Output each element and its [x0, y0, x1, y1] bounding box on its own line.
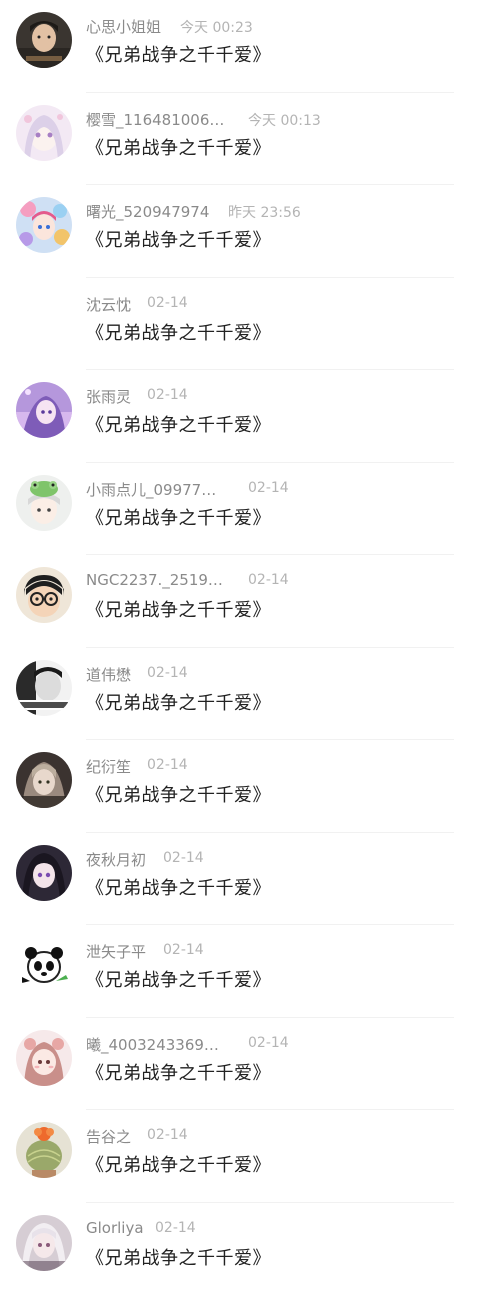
item-meta: 泄矢子平 02-14 [86, 941, 446, 961]
sender-name: 道伟懋 [86, 664, 131, 685]
item-meta: 曦_4003243369… 02-14 [86, 1034, 446, 1054]
message-text: 《兄弟战争之千千爱》 [86, 319, 271, 345]
list-item[interactable]: 纪衍笙 02-14 《兄弟战争之千千爱》 [0, 740, 494, 833]
timestamp: 今天 00:13 [248, 110, 321, 130]
message-text: 《兄弟战争之千千爱》 [86, 689, 271, 715]
item-meta: 小雨点儿_09977… 02-14 [86, 479, 446, 499]
message-text: 《兄弟战争之千千爱》 [86, 411, 271, 437]
sender-name: 樱雪_116481006… [86, 109, 224, 130]
avatar[interactable] [16, 12, 72, 68]
list-item[interactable]: 小雨点儿_09977… 02-14 《兄弟战争之千千爱》 [0, 463, 494, 556]
sender-name: 曦_4003243369… [86, 1034, 219, 1055]
avatar[interactable] [16, 197, 72, 253]
item-meta: 张雨灵 02-14 [86, 386, 446, 406]
timestamp: 02-14 [147, 1127, 188, 1143]
timestamp: 02-14 [147, 665, 188, 681]
message-text: 《兄弟战争之千千爱》 [86, 874, 271, 900]
timestamp: 02-14 [155, 1220, 196, 1236]
message-text: 《兄弟战争之千千爱》 [86, 596, 271, 622]
timestamp: 02-14 [163, 942, 204, 958]
timestamp: 昨天 23:56 [228, 202, 301, 222]
timestamp: 02-14 [248, 480, 289, 496]
avatar[interactable] [16, 475, 72, 531]
avatar[interactable] [16, 290, 72, 346]
list-item[interactable]: 张雨灵 02-14 《兄弟战争之千千爱》 [0, 370, 494, 463]
sender-name: 心思小姐姐 [86, 16, 161, 37]
list-item[interactable]: NGC2237._2519… 02-14 《兄弟战争之千千爱》 [0, 555, 494, 648]
sender-name: 纪衍笙 [86, 756, 131, 777]
sender-name: NGC2237._2519… [86, 571, 223, 589]
item-meta: 道伟懋 02-14 [86, 664, 446, 684]
item-meta: 樱雪_116481006… 今天 00:13 [86, 109, 446, 129]
avatar[interactable] [16, 752, 72, 808]
item-meta: 夜秋月初 02-14 [86, 849, 446, 869]
list-item[interactable]: 曙光_520947974 昨天 23:56 《兄弟战争之千千爱》 [0, 185, 494, 278]
avatar[interactable] [16, 1030, 72, 1086]
list-item[interactable]: 樱雪_116481006… 今天 00:13 《兄弟战争之千千爱》 [0, 93, 494, 186]
item-meta: 曙光_520947974 昨天 23:56 [86, 201, 446, 221]
avatar[interactable] [16, 1215, 72, 1271]
sender-name: 告谷之 [86, 1126, 131, 1147]
list-item[interactable]: 道伟懋 02-14 《兄弟战争之千千爱》 [0, 648, 494, 741]
timestamp: 今天 00:23 [180, 17, 253, 37]
message-text: 《兄弟战争之千千爱》 [86, 781, 271, 807]
item-meta: 告谷之 02-14 [86, 1126, 446, 1146]
avatar[interactable] [16, 845, 72, 901]
list-item[interactable]: 泄矢子平 02-14 《兄弟战争之千千爱》 [0, 925, 494, 1018]
avatar[interactable] [16, 567, 72, 623]
list-item[interactable]: 沈云忱 02-14 《兄弟战争之千千爱》 [0, 278, 494, 371]
item-meta: 沈云忱 02-14 [86, 294, 446, 314]
avatar[interactable] [16, 1122, 72, 1178]
sender-name: 小雨点儿_09977… [86, 479, 216, 500]
timestamp: 02-14 [163, 850, 204, 866]
item-meta: 纪衍笙 02-14 [86, 756, 446, 776]
list-item[interactable]: 告谷之 02-14 《兄弟战争之千千爱》 [0, 1110, 494, 1203]
message-text: 《兄弟战争之千千爱》 [86, 41, 271, 67]
timestamp: 02-14 [248, 1035, 289, 1051]
message-text: 《兄弟战争之千千爱》 [86, 1244, 271, 1270]
message-list: 心思小姐姐 今天 00:23 《兄弟战争之千千爱》 樱雪_116481006… … [0, 0, 494, 1280]
list-item[interactable]: 心思小姐姐 今天 00:23 《兄弟战争之千千爱》 [0, 0, 494, 93]
list-item[interactable]: 夜秋月初 02-14 《兄弟战争之千千爱》 [0, 833, 494, 926]
sender-name: 泄矢子平 [86, 941, 146, 962]
item-meta: Glorliya 02-14 [86, 1219, 446, 1239]
avatar[interactable] [16, 937, 72, 993]
avatar[interactable] [16, 105, 72, 161]
item-meta: NGC2237._2519… 02-14 [86, 571, 446, 591]
message-text: 《兄弟战争之千千爱》 [86, 1151, 271, 1177]
timestamp: 02-14 [147, 295, 188, 311]
list-item[interactable]: Glorliya 02-14 《兄弟战争之千千爱》 [0, 1203, 494, 1295]
message-text: 《兄弟战争之千千爱》 [86, 134, 271, 160]
sender-name: 曙光_520947974 [86, 201, 209, 222]
message-text: 《兄弟战争之千千爱》 [86, 504, 271, 530]
avatar[interactable] [16, 382, 72, 438]
timestamp: 02-14 [248, 572, 289, 588]
sender-name: Glorliya [86, 1219, 144, 1237]
list-item[interactable]: 曦_4003243369… 02-14 《兄弟战争之千千爱》 [0, 1018, 494, 1111]
message-text: 《兄弟战争之千千爱》 [86, 1059, 271, 1085]
sender-name: 沈云忱 [86, 294, 131, 315]
item-meta: 心思小姐姐 今天 00:23 [86, 16, 446, 36]
sender-name: 夜秋月初 [86, 849, 146, 870]
sender-name: 张雨灵 [86, 386, 131, 407]
timestamp: 02-14 [147, 757, 188, 773]
message-text: 《兄弟战争之千千爱》 [86, 966, 271, 992]
avatar[interactable] [16, 660, 72, 716]
message-text: 《兄弟战争之千千爱》 [86, 226, 271, 252]
timestamp: 02-14 [147, 387, 188, 403]
